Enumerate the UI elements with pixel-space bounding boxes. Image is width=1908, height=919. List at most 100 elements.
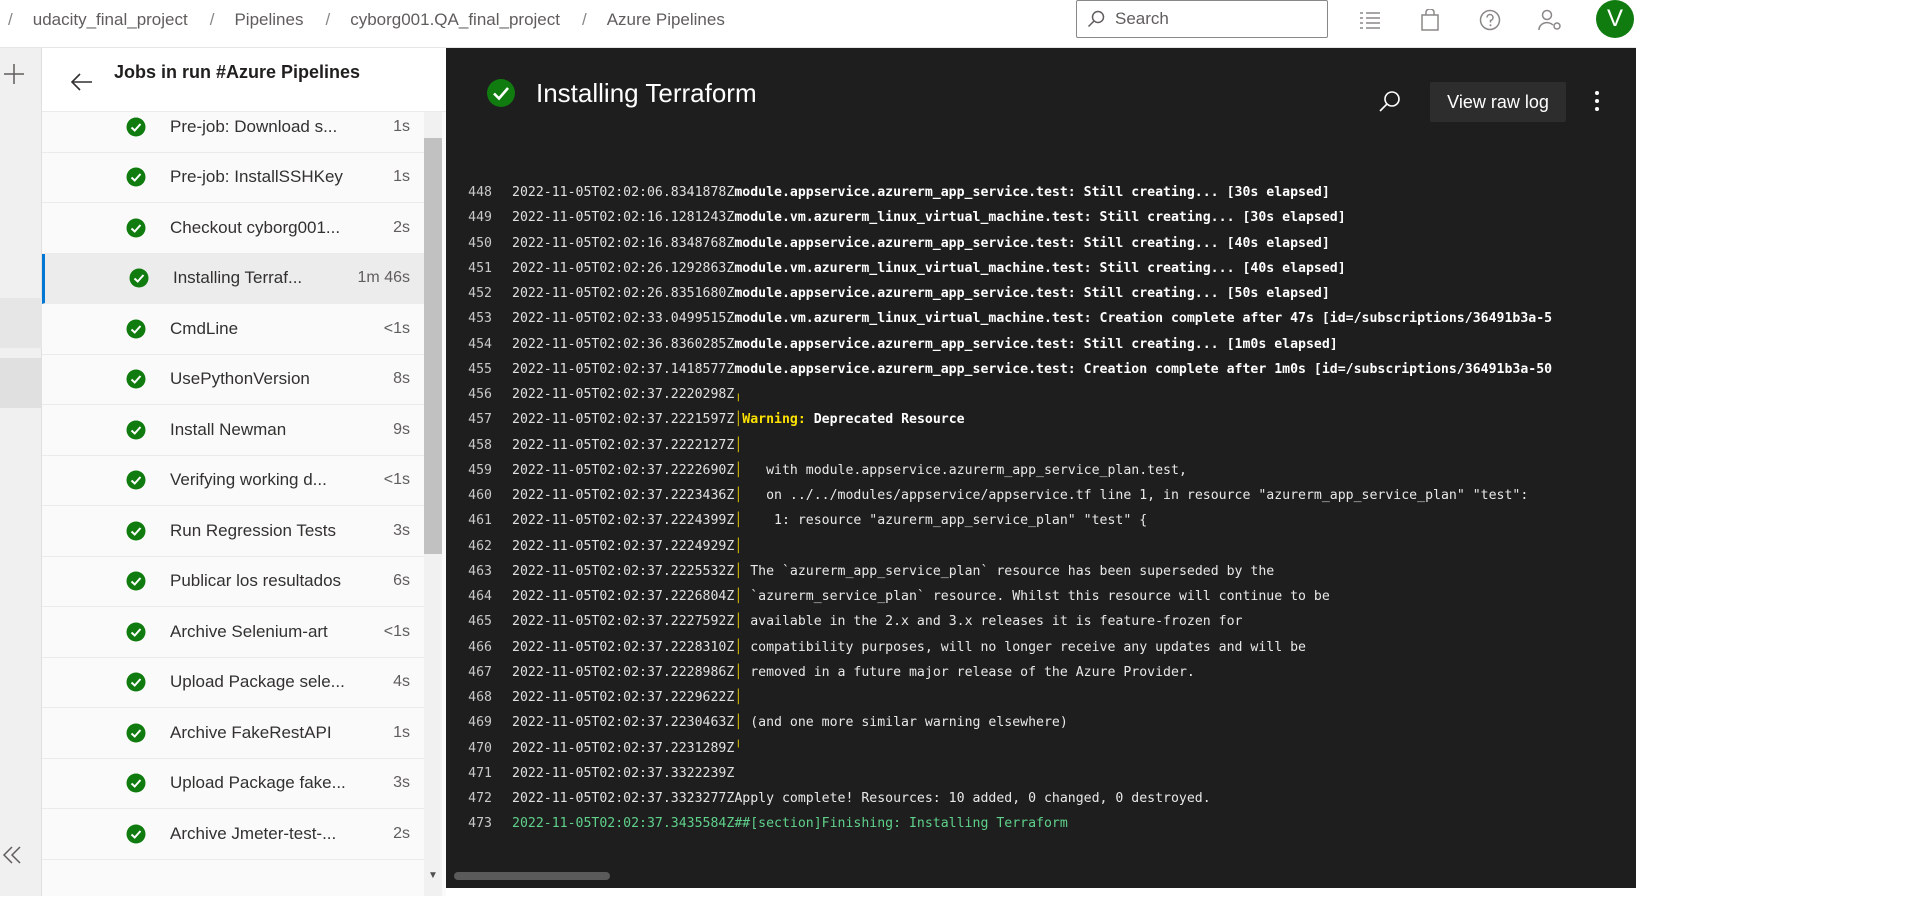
more-options-icon[interactable] xyxy=(1594,90,1606,118)
job-step[interactable]: Archive Jmeter-test-... 2s xyxy=(42,809,424,860)
log-message: Apply complete! Resources: 10 added, 0 c… xyxy=(734,791,1211,807)
log-line-number: 473 xyxy=(468,816,492,832)
log-horizontal-scrollbar[interactable] xyxy=(454,872,610,880)
job-step[interactable]: UsePythonVersion 8s xyxy=(42,354,424,405)
job-step[interactable]: Archive FakeRestAPI 1s xyxy=(42,708,424,759)
breadcrumb: / udacity_final_project / Pipelines / cy… xyxy=(0,0,725,40)
jobs-title: Jobs in run #Azure Pipelines xyxy=(114,62,361,82)
log-line: 463 2022-11-05T02:02:37.2225532Z │ The `a… xyxy=(446,559,1636,584)
log-timestamp: 2022-11-05T02:02:37.2226804Z xyxy=(512,589,735,605)
view-raw-log-button[interactable]: View raw log xyxy=(1430,82,1566,122)
breadcrumb-pipeline[interactable]: cyborg001.QA_final_project xyxy=(350,10,560,30)
scroll-down-icon[interactable]: ▼ xyxy=(428,870,438,881)
job-step-name: Run Regression Tests xyxy=(170,520,336,540)
log-line-number: 450 xyxy=(468,235,492,251)
log-box-border: │ xyxy=(734,563,743,579)
success-check-icon xyxy=(126,167,146,187)
log-message: removed in a future major release of the… xyxy=(742,664,1195,680)
log-box-border: │ xyxy=(734,513,743,529)
log-message: available in the 2.x and 3.x releases it… xyxy=(742,614,1243,630)
log-line-number: 471 xyxy=(468,765,492,781)
log-line: 459 2022-11-05T02:02:37.2222690Z │ with m… xyxy=(446,458,1636,483)
search-icon[interactable] xyxy=(1376,88,1404,116)
log-line-number: 467 xyxy=(468,664,492,680)
log-message: module.appservice.azurerm_app_service.te… xyxy=(734,235,1330,251)
job-step[interactable]: Archive Selenium-art <1s xyxy=(42,607,424,658)
job-step[interactable]: Install Newman 9s xyxy=(42,405,424,456)
job-step-duration: <1s xyxy=(383,622,410,640)
log-box-border: │ xyxy=(734,538,743,554)
log-message: with module.appservice.azurerm_app_servi… xyxy=(742,462,1187,478)
log-timestamp: 2022-11-05T02:02:16.1281243Z xyxy=(512,210,735,226)
log-box-border: │ xyxy=(734,412,743,428)
log-line-number: 457 xyxy=(468,412,492,428)
left-rail xyxy=(0,48,42,896)
log-message: The `azurerm_app_service_plan` resource … xyxy=(742,563,1275,579)
job-step-name: Upload Package sele... xyxy=(170,672,345,692)
job-step[interactable]: Verifying working d... <1s xyxy=(42,455,424,506)
job-step-duration: 2s xyxy=(393,824,410,842)
job-step-duration: 1s xyxy=(393,723,410,741)
job-step[interactable]: Upload Package sele... 4s xyxy=(42,657,424,708)
search-input[interactable]: Search xyxy=(1076,0,1328,38)
breadcrumb-run[interactable]: Azure Pipelines xyxy=(607,10,725,30)
job-step[interactable]: CmdLine <1s xyxy=(42,304,424,355)
log-line: 469 2022-11-05T02:02:37.2230463Z │ (and o… xyxy=(446,710,1636,735)
log-line: 450 2022-11-05T02:02:16.8348768Z module.a… xyxy=(446,231,1636,256)
log-line-number: 454 xyxy=(468,336,492,352)
job-step-name: Upload Package fake... xyxy=(170,773,346,793)
job-step[interactable]: Checkout cyborg001... 2s xyxy=(42,203,424,254)
log-line-number: 459 xyxy=(468,462,492,478)
jobs-scrollbar-thumb[interactable] xyxy=(424,138,442,554)
job-step[interactable]: Installing Terraf... 1m 46s xyxy=(42,253,424,304)
log-timestamp: 2022-11-05T02:02:37.2221597Z xyxy=(512,412,735,428)
marketplace-bag-icon[interactable] xyxy=(1416,6,1444,34)
job-step-duration: <1s xyxy=(383,319,410,337)
log-box-border: ╵ xyxy=(734,740,743,756)
log-line: 467 2022-11-05T02:02:37.2228986Z │ remove… xyxy=(446,660,1636,685)
breadcrumb-project[interactable]: udacity_final_project xyxy=(33,10,188,30)
log-message: ##[section]Finishing: Installing Terrafo… xyxy=(734,816,1068,832)
log-line-number: 461 xyxy=(468,513,492,529)
search-icon xyxy=(1087,10,1105,28)
job-step[interactable]: Upload Package fake... 3s xyxy=(42,758,424,809)
breadcrumb-pipelines[interactable]: Pipelines xyxy=(234,10,303,30)
job-step-name: Pre-job: InstallSSHKey xyxy=(170,167,343,187)
success-check-icon xyxy=(129,268,149,288)
rail-item[interactable] xyxy=(0,358,42,408)
log-box-border: ╷ xyxy=(734,387,743,403)
log-line-number: 464 xyxy=(468,589,492,605)
log-timestamp: 2022-11-05T02:02:37.2222690Z xyxy=(512,462,735,478)
job-step-name: Archive Jmeter-test-... xyxy=(170,823,337,843)
job-step[interactable]: Run Regression Tests 3s xyxy=(42,506,424,557)
log-timestamp: 2022-11-05T02:02:36.8360285Z xyxy=(512,336,735,352)
log-box-border: │ xyxy=(734,589,743,605)
job-step-name: Checkout cyborg001... xyxy=(170,217,341,237)
log-warning-label: Warning: xyxy=(742,412,806,428)
job-step-name: Publicar los resultados xyxy=(170,571,342,591)
plus-icon[interactable] xyxy=(0,60,28,88)
help-icon[interactable] xyxy=(1476,6,1504,34)
log-timestamp: 2022-11-05T02:02:37.2222127Z xyxy=(512,437,735,453)
list-icon[interactable] xyxy=(1356,6,1384,34)
avatar[interactable]: V xyxy=(1596,0,1634,38)
back-arrow-icon[interactable] xyxy=(68,68,96,96)
success-check-icon xyxy=(126,369,146,389)
log-message: compatibility purposes, will no longer r… xyxy=(742,639,1306,655)
job-step-duration: 1s xyxy=(393,117,410,135)
user-settings-icon[interactable] xyxy=(1536,6,1564,34)
job-step-duration: 1m 46s xyxy=(357,269,410,287)
log-message: Deprecated Resource xyxy=(805,412,965,428)
log-title: Installing Terraform xyxy=(536,78,757,108)
log-line: 464 2022-11-05T02:02:37.2226804Z │ `azure… xyxy=(446,584,1636,609)
log-line: 470 2022-11-05T02:02:37.2231289Z ╵ xyxy=(446,736,1636,761)
job-step-name: Archive Selenium-art xyxy=(170,621,328,641)
log-line: 466 2022-11-05T02:02:37.2228310Z │ compat… xyxy=(446,635,1636,660)
rail-item[interactable] xyxy=(0,298,42,348)
log-line-number: 470 xyxy=(468,740,492,756)
collapse-icon[interactable] xyxy=(0,843,26,873)
job-step[interactable]: Publicar los resultados 6s xyxy=(42,556,424,607)
job-step[interactable]: Pre-job: InstallSSHKey 1s xyxy=(42,152,424,203)
job-step-duration: 3s xyxy=(393,521,410,539)
log-timestamp: 2022-11-05T02:02:16.8348768Z xyxy=(512,235,735,251)
